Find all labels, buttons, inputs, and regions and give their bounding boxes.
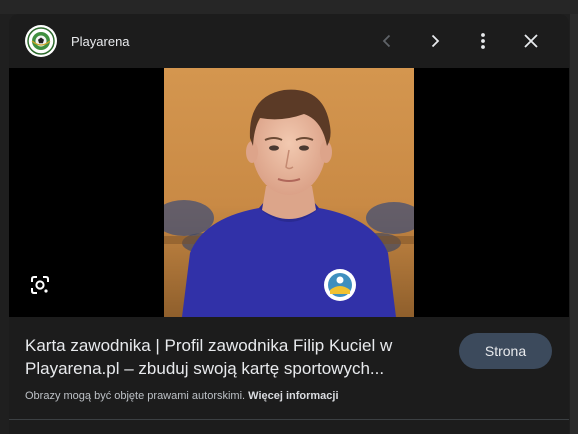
site-name[interactable]: Playarena: [71, 34, 130, 49]
more-options-button[interactable]: [469, 27, 497, 55]
visit-site-button[interactable]: Strona: [459, 333, 552, 369]
chevron-right-icon: [431, 34, 440, 48]
close-button[interactable]: [517, 27, 545, 55]
player-photo[interactable]: [164, 68, 414, 317]
panel-header: Playarena: [9, 14, 569, 68]
image-source-title-link[interactable]: Karta zawodnika | Profil zawodnika Filip…: [25, 336, 392, 378]
more-vert-icon: [481, 33, 485, 49]
playarena-logo-icon[interactable]: [25, 25, 57, 57]
copyright-text: Obrazy mogą być objęte prawami autorskim…: [25, 390, 246, 402]
scrollbar-gutter[interactable]: [570, 14, 578, 434]
image-preview-panel: Playarena Karta zawodnika | Profil zawod…: [9, 14, 569, 434]
google-lens-icon: [31, 276, 49, 294]
next-image-button[interactable]: [421, 27, 449, 55]
close-icon: [524, 34, 538, 48]
google-lens-button[interactable]: [27, 272, 53, 298]
top-strip: [0, 0, 578, 14]
previous-image-button[interactable]: [373, 27, 401, 55]
more-info-link[interactable]: Więcej informacji: [248, 390, 338, 402]
chevron-left-icon: [382, 34, 391, 48]
image-viewer: [9, 68, 569, 317]
image-source-title[interactable]: Karta zawodnika | Profil zawodnika Filip…: [25, 334, 425, 380]
divider: [9, 419, 569, 420]
copyright-notice: Obrazy mogą być objęte prawami autorskim…: [25, 390, 339, 402]
